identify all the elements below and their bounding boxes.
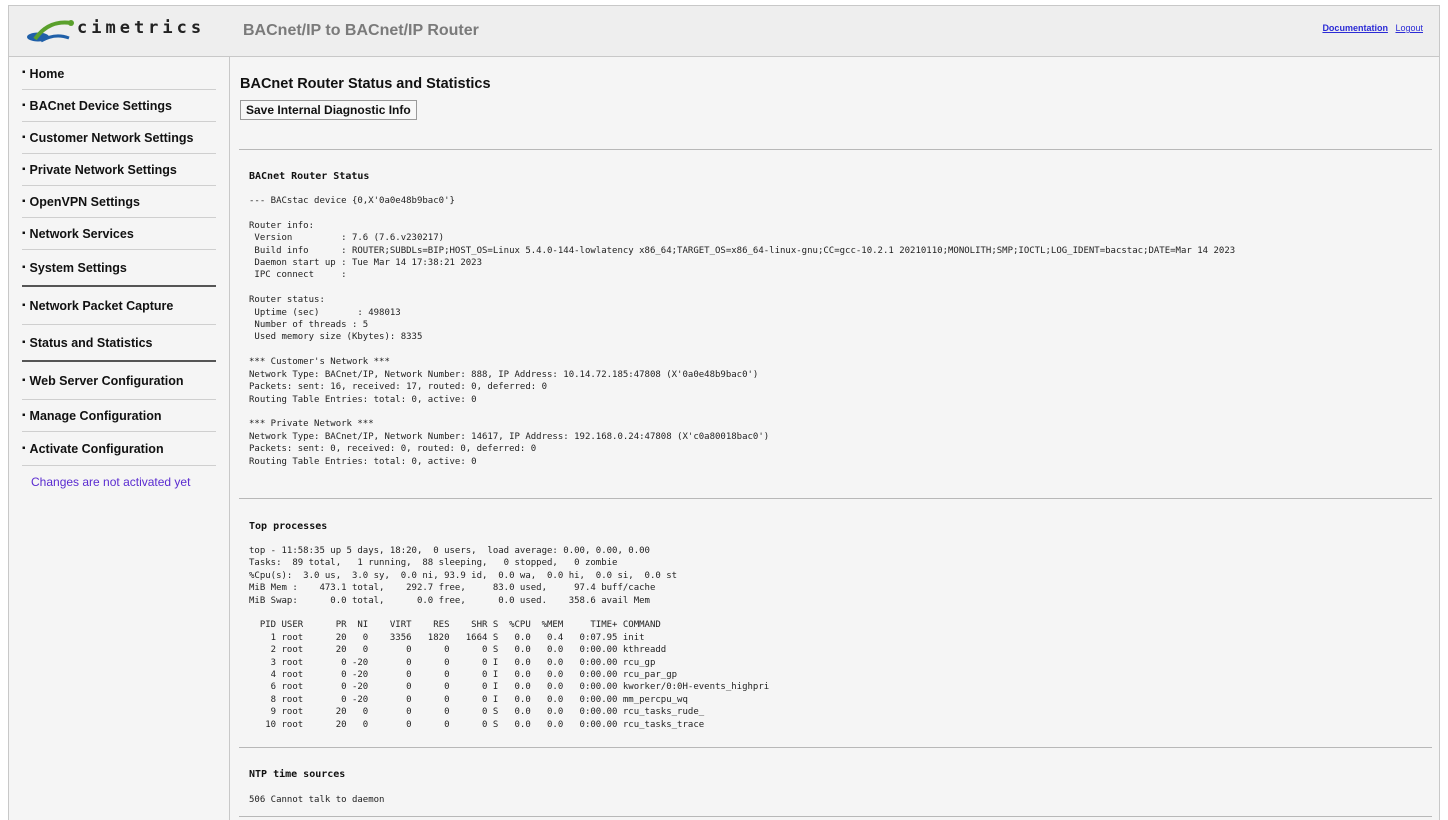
bullet-icon: ▪ [22, 100, 26, 111]
section-divider [239, 816, 1432, 817]
section-divider [239, 149, 1432, 150]
section-divider [239, 747, 1432, 748]
sidebar-item-label: System Settings [29, 260, 127, 275]
sidebar-item-label: Activate Configuration [29, 441, 164, 456]
top-processes-output: top - 11:58:35 up 5 days, 18:20, 0 users… [249, 546, 770, 730]
logout-link[interactable]: Logout [1395, 23, 1423, 33]
save-diagnostic-info-button[interactable]: Save Internal Diagnostic Info [240, 100, 417, 120]
bullet-icon: ▪ [22, 443, 26, 454]
sidebar-item-home[interactable]: ▪ Home [22, 57, 216, 90]
logo-text: cimetrics [77, 18, 206, 38]
sidebar-item-customer-network-settings[interactable]: ▪ Customer Network Settings [22, 122, 216, 154]
bullet-icon: ▪ [22, 337, 26, 348]
bullet-icon: ▪ [22, 196, 26, 207]
main-content: BACnet Router Status and Statistics Save… [230, 57, 1439, 820]
app-frame: cimetrics BACnet/IP to BACnet/IP Router … [8, 5, 1440, 820]
sidebar-item-system-settings[interactable]: ▪ System Settings [22, 250, 216, 287]
bullet-icon: ▪ [22, 375, 26, 386]
sidebar-nav: ▪ Home ▪ BACnet Device Settings ▪ Customer … [9, 57, 229, 466]
sidebar-item-private-network-settings[interactable]: ▪ Private Network Settings [22, 154, 216, 186]
cimetrics-logo[interactable]: cimetrics [27, 17, 201, 47]
sidebar-item-bacnet-device-settings[interactable]: ▪ BACnet Device Settings [22, 90, 216, 122]
sidebar-item-network-services[interactable]: ▪ Network Services [22, 218, 216, 250]
sidebar-item-label: Customer Network Settings [29, 130, 194, 145]
sidebar-item-label: Web Server Configuration [29, 373, 184, 388]
sidebar-item-label: OpenVPN Settings [29, 194, 140, 209]
app-title: BACnet/IP to BACnet/IP Router [243, 22, 479, 39]
cimetrics-logo-icon [27, 20, 74, 43]
section-title-router-status: BACnet Router Status [249, 171, 370, 182]
sidebar-item-activate-configuration[interactable]: ▪ Activate Configuration [22, 432, 216, 466]
sidebar-item-network-packet-capture[interactable]: ▪ Network Packet Capture [22, 287, 216, 325]
sidebar-item-label: Network Packet Capture [29, 298, 174, 313]
bullet-icon: ▪ [22, 67, 26, 78]
sidebar-item-label: Network Services [29, 226, 134, 241]
bullet-icon: ▪ [22, 132, 26, 143]
header: cimetrics BACnet/IP to BACnet/IP Router … [9, 6, 1439, 57]
header-links: Documentation Logout [1317, 23, 1423, 33]
section-title-top-processes: Top processes [249, 521, 328, 532]
router-status-output: --- BACstac device {0,X'0a0e48b9bac0'} R… [249, 196, 1236, 467]
documentation-link[interactable]: Documentation [1322, 23, 1388, 33]
sidebar-item-label: Private Network Settings [29, 162, 177, 177]
sidebar-item-openvpn-settings[interactable]: ▪ OpenVPN Settings [22, 186, 216, 218]
bullet-icon: ▪ [22, 300, 26, 311]
bullet-icon: ▪ [22, 164, 26, 175]
section-divider [239, 498, 1432, 499]
activation-notice: Changes are not activated yet [31, 475, 191, 489]
sidebar-item-web-server-configuration[interactable]: ▪ Web Server Configuration [22, 362, 216, 400]
sidebar-item-label: Manage Configuration [29, 408, 162, 423]
sidebar: ▪ Home ▪ BACnet Device Settings ▪ Customer … [9, 57, 230, 820]
sidebar-item-label: Status and Statistics [29, 335, 153, 350]
ntp-output: 506 Cannot talk to daemon [249, 795, 385, 805]
section-title-ntp: NTP time sources [249, 769, 346, 780]
bullet-icon: ▪ [22, 410, 26, 421]
sidebar-item-manage-configuration[interactable]: ▪ Manage Configuration [22, 400, 216, 432]
bullet-icon: ▪ [22, 262, 26, 273]
page-title: BACnet Router Status and Statistics [240, 76, 491, 92]
sidebar-item-label: Home [29, 67, 65, 81]
sidebar-item-label: BACnet Device Settings [29, 98, 172, 113]
sidebar-item-status-and-statistics[interactable]: ▪ Status and Statistics [22, 325, 216, 362]
bullet-icon: ▪ [22, 228, 26, 239]
